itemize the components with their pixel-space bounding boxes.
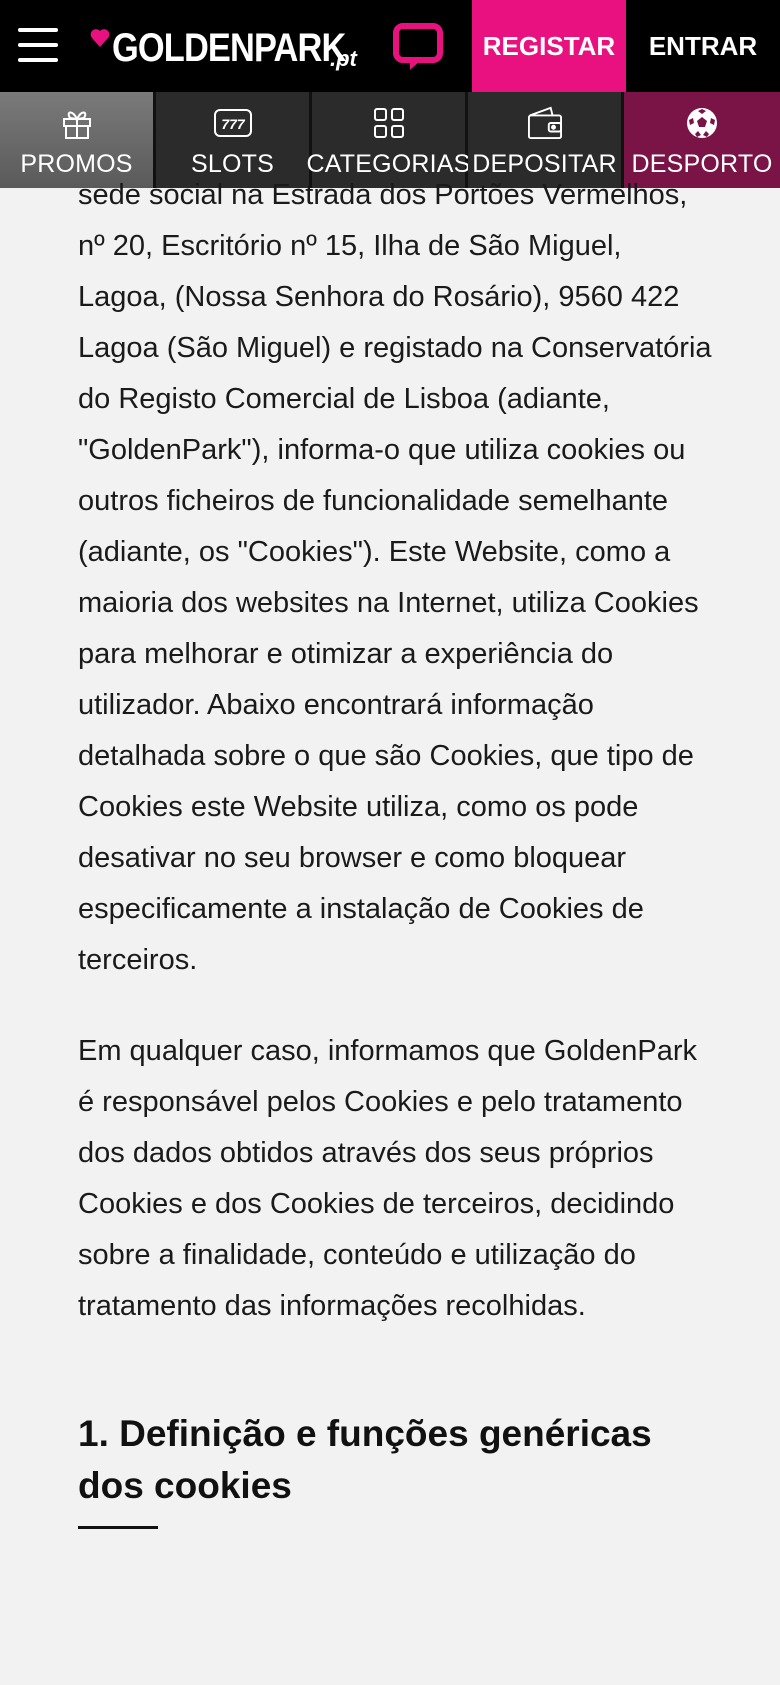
policy-paragraph: Em qualquer caso, informamos que GoldenP… bbox=[78, 1035, 697, 1322]
gift-icon bbox=[62, 111, 91, 139]
top-header: GOLDENPARK .pt REGISTAR ENTRAR bbox=[0, 0, 780, 92]
chat-icon[interactable] bbox=[392, 22, 444, 72]
grid-icon bbox=[373, 108, 404, 138]
svg-text:777: 777 bbox=[221, 116, 246, 132]
heading-underline bbox=[78, 1526, 158, 1529]
login-button[interactable]: ENTRAR bbox=[626, 0, 780, 92]
register-button[interactable]: REGISTAR bbox=[472, 0, 626, 92]
logo-heart-icon bbox=[90, 29, 110, 47]
site-logo[interactable]: GOLDENPARK .pt bbox=[90, 20, 383, 71]
logo-tld: .pt bbox=[330, 46, 357, 71]
slots-777-icon: 777 bbox=[213, 109, 252, 137]
wallet-icon bbox=[527, 106, 562, 140]
policy-paragraph: sede social na Estrada dos Portões Verme… bbox=[78, 179, 712, 976]
section-heading: 1. Definição e funções genéricas dos coo… bbox=[78, 1413, 652, 1506]
cookie-policy-content: sede social na Estrada dos Portões Verme… bbox=[78, 170, 718, 1529]
logo-text: GOLDENPARK bbox=[112, 26, 346, 70]
soccer-ball-icon bbox=[687, 108, 717, 138]
hamburger-menu-icon[interactable] bbox=[18, 26, 58, 64]
